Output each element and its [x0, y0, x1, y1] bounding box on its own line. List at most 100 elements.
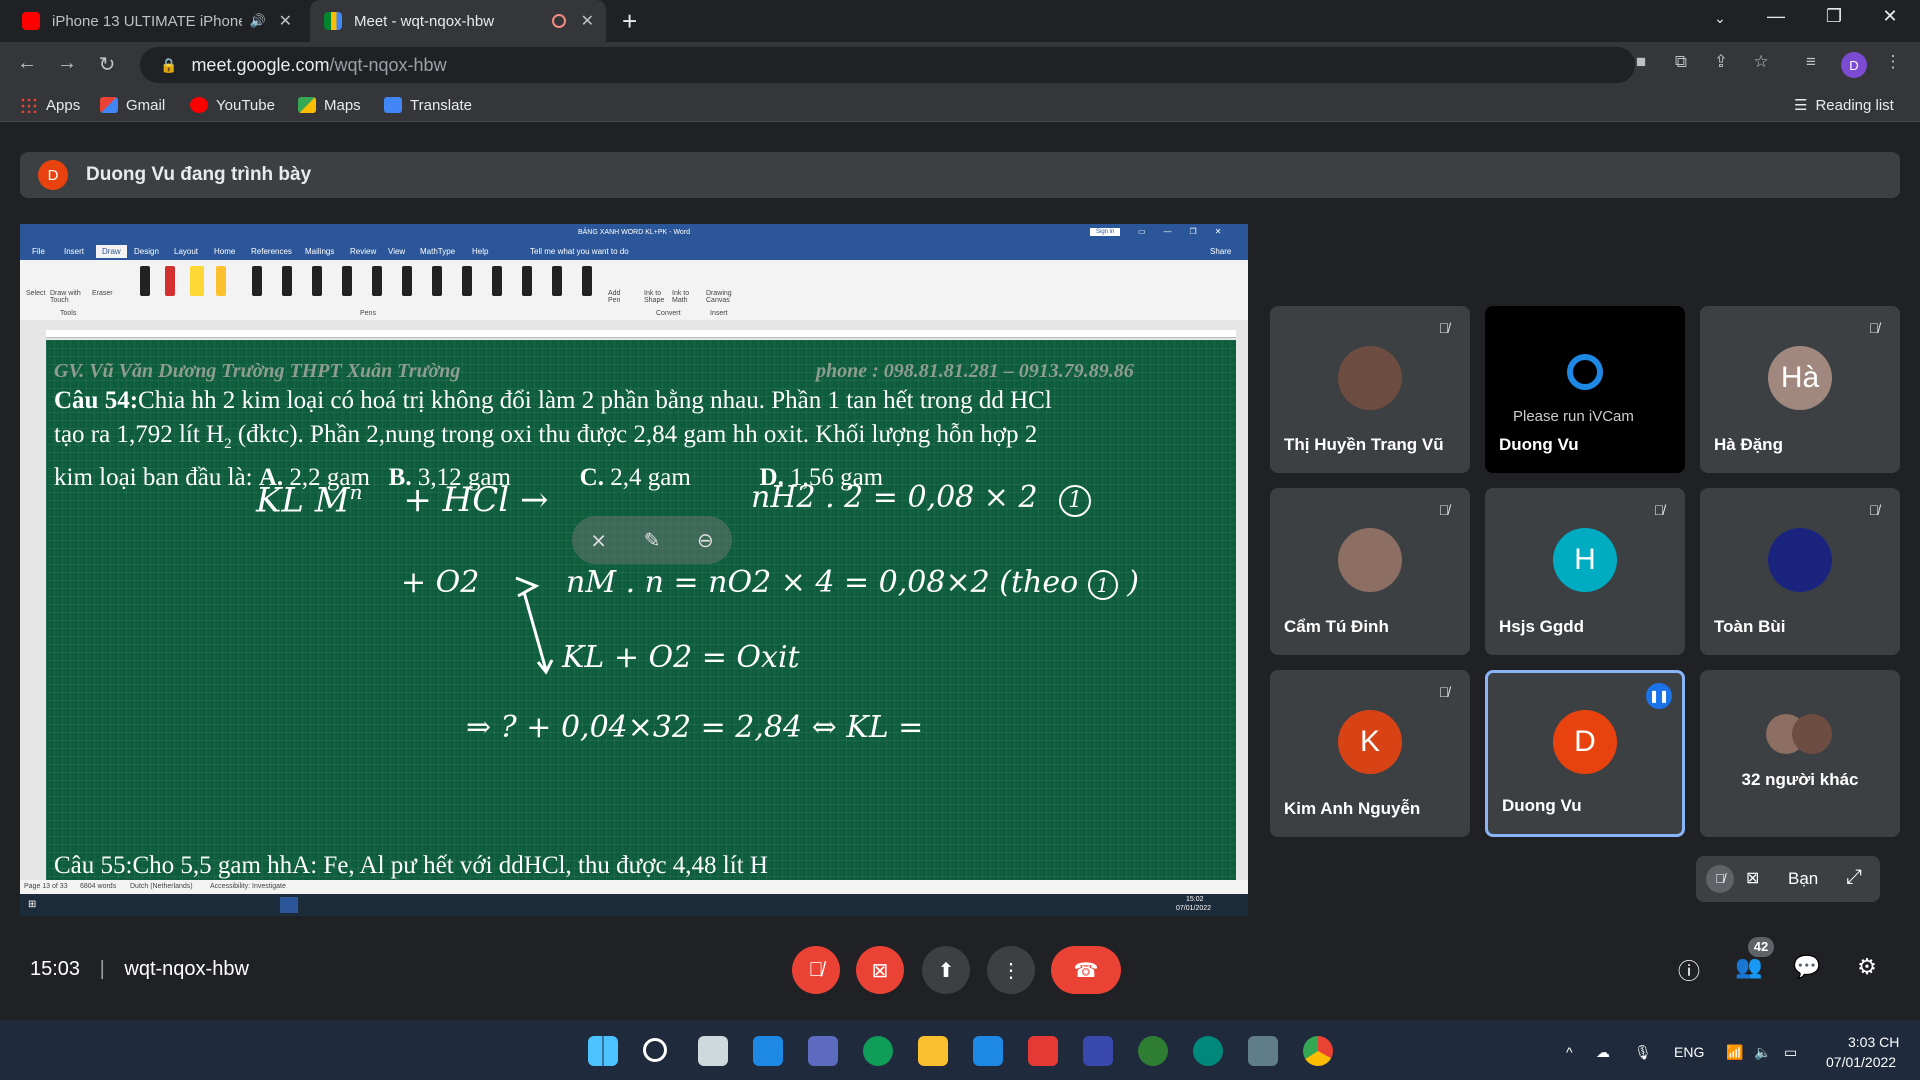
people-button[interactable]: 👥 — [1732, 954, 1766, 988]
bookmark-translate[interactable]: Translate — [384, 94, 472, 116]
reading-list[interactable]: ☰ Reading list — [1794, 94, 1894, 116]
pen-yellow[interactable] — [190, 266, 204, 296]
app-icon[interactable] — [1248, 1036, 1278, 1066]
volume-icon[interactable]: 🔈 — [1754, 1044, 1771, 1061]
pen-black-11[interactable] — [522, 266, 532, 296]
tab-youtube[interactable]: iPhone 13 ULTIMATE iPhone 🔊 ✕ — [8, 0, 304, 42]
participant-tile[interactable]: 🎙̸ Cẩm Tú Đinh — [1270, 488, 1470, 655]
menu-home[interactable]: Home — [214, 247, 235, 256]
pen-black-6[interactable] — [372, 266, 382, 296]
bookmark-gmail[interactable]: Gmail — [100, 94, 165, 116]
address-bar[interactable]: 🔒 meet.google.com/wqt-nqox-hbw — [140, 47, 1635, 83]
participant-tile-active-speaker[interactable]: ❚❚ D Duong Vu — [1485, 670, 1685, 837]
menu-review[interactable]: Review — [350, 247, 376, 256]
camera-off-button[interactable]: ⊠ — [856, 946, 904, 994]
back-button[interactable]: ← — [12, 52, 42, 75]
others-tile[interactable]: 32 người khác — [1700, 670, 1900, 837]
onedrive-icon[interactable]: ☁ — [1596, 1044, 1610, 1061]
bookmark-youtube[interactable]: YouTube — [190, 94, 275, 116]
pen-black-2[interactable] — [252, 266, 262, 296]
start-icon[interactable] — [588, 1036, 618, 1066]
menu-mathtype[interactable]: MathType — [420, 247, 455, 256]
tool-draw-touch[interactable]: Draw with Touch — [50, 290, 88, 304]
menu-mailings[interactable]: Mailings — [305, 247, 334, 256]
expand-icon[interactable]: ⤢ — [1846, 866, 1862, 889]
edge-beta-icon[interactable] — [1193, 1036, 1223, 1066]
drawing-canvas-button[interactable]: Drawing Canvas — [706, 290, 736, 304]
wifi-icon[interactable]: 📶 — [1726, 1044, 1743, 1061]
participant-tile[interactable]: 🎙̸ K Kim Anh Nguyễn — [1270, 670, 1470, 837]
leave-call-button[interactable]: ☎ — [1051, 946, 1121, 994]
info-button[interactable]: ⓘ — [1672, 954, 1706, 988]
chrome-icon[interactable] — [1303, 1036, 1333, 1066]
present-screen-button[interactable]: ⬆ — [922, 946, 970, 994]
pen-black-13[interactable] — [582, 266, 592, 296]
menu-help[interactable]: Help — [472, 247, 488, 256]
widgets-icon[interactable] — [753, 1036, 783, 1066]
teams-icon[interactable] — [808, 1036, 838, 1066]
pen-red[interactable] — [165, 266, 175, 296]
tab-search-icon[interactable]: ⌄ — [1700, 10, 1740, 27]
pen-black[interactable] — [140, 266, 150, 296]
participant-tile[interactable]: 🎙̸ Thị Huyền Trang Vũ — [1270, 306, 1470, 473]
sign-in-button[interactable]: Sign in — [1090, 228, 1121, 236]
menu-view[interactable]: View — [388, 247, 405, 256]
clock-date[interactable]: 07/01/2022 — [1826, 1054, 1896, 1070]
tell-me-box[interactable]: Tell me what you want to do — [530, 247, 629, 256]
ink-to-shape-button[interactable]: Ink to Shape — [644, 290, 668, 304]
media-control-icon[interactable]: ≡ — [1798, 52, 1824, 72]
mic-off-button[interactable]: 🎙̸ — [792, 946, 840, 994]
menu-file[interactable]: File — [32, 247, 45, 256]
activities-button[interactable]: ⚙ — [1850, 954, 1884, 988]
menu-insert[interactable]: Insert — [64, 247, 84, 256]
input-language[interactable]: ENG — [1674, 1044, 1704, 1060]
self-view-bar[interactable]: 🎙̸ ⊠ Bạn ⤢ — [1696, 856, 1880, 902]
reload-button[interactable]: ↻ — [92, 52, 122, 77]
clock-time[interactable]: 3:03 CH — [1848, 1034, 1899, 1050]
bookmark-maps[interactable]: Maps — [298, 94, 361, 116]
wps-office-icon[interactable] — [1028, 1036, 1058, 1066]
add-pen-button[interactable]: Add Pen — [608, 290, 628, 304]
more-options-button[interactable]: ⋮ — [987, 946, 1035, 994]
tool-eraser[interactable]: Eraser — [92, 290, 113, 297]
search-icon[interactable] — [643, 1038, 667, 1062]
pen-black-5[interactable] — [342, 266, 352, 296]
pen-black-9[interactable] — [462, 266, 472, 296]
participant-tile[interactable]: 🎙̸ Toàn Bùi — [1700, 488, 1900, 655]
close-window-button[interactable]: ✕ — [1870, 6, 1910, 27]
tab-meet[interactable]: Meet - wqt-nqox-hbw ✕ — [310, 0, 606, 42]
tool-select[interactable]: Select — [26, 290, 45, 297]
mic-off-icon[interactable]: 🎙̸ — [1706, 865, 1734, 893]
menu-references[interactable]: References — [251, 247, 292, 256]
tray-overflow-icon[interactable]: ^ — [1566, 1044, 1573, 1060]
menu-icon[interactable]: ⋮ — [1880, 52, 1906, 72]
ink-to-math-button[interactable]: Ink to Math — [672, 290, 696, 304]
mail-icon[interactable] — [973, 1036, 1003, 1066]
profile-avatar[interactable]: D — [1841, 52, 1867, 78]
pen-black-7[interactable] — [402, 266, 412, 296]
menu-layout[interactable]: Layout — [174, 247, 198, 256]
close-tab-icon[interactable]: ✕ — [581, 11, 594, 31]
forward-button[interactable]: → — [52, 52, 82, 75]
camera-icon[interactable]: ■ — [1628, 52, 1654, 72]
share-icon[interactable]: ⇪ — [1708, 52, 1734, 72]
camera-off-icon[interactable]: ⊠ — [1746, 868, 1759, 888]
participant-tile[interactable]: 🎙̸ Hà Hà Đặng — [1700, 306, 1900, 473]
pen-black-8[interactable] — [432, 266, 442, 296]
menu-design[interactable]: Design — [134, 247, 159, 256]
xbox-icon[interactable] — [1138, 1036, 1168, 1066]
battery-icon[interactable]: ▭ — [1784, 1044, 1797, 1061]
participant-tile[interactable]: Please run iVCam Duong Vu — [1485, 306, 1685, 473]
app-icon[interactable] — [1083, 1036, 1113, 1066]
translate-icon[interactable]: ⧉ — [1668, 52, 1694, 72]
minimize-button[interactable]: — — [1756, 6, 1796, 27]
bookmark-star-icon[interactable]: ☆ — [1748, 52, 1774, 72]
maximize-button[interactable]: ❐ — [1814, 6, 1854, 27]
edge-icon[interactable] — [863, 1036, 893, 1066]
task-view-icon[interactable] — [698, 1036, 728, 1066]
pen-black-12[interactable] — [552, 266, 562, 296]
bookmark-apps[interactable]: Apps — [20, 94, 80, 116]
pen-black-4[interactable] — [312, 266, 322, 296]
menu-draw[interactable]: Draw — [96, 245, 127, 258]
participant-tile[interactable]: 🎙̸ H Hsjs Ggdd — [1485, 488, 1685, 655]
